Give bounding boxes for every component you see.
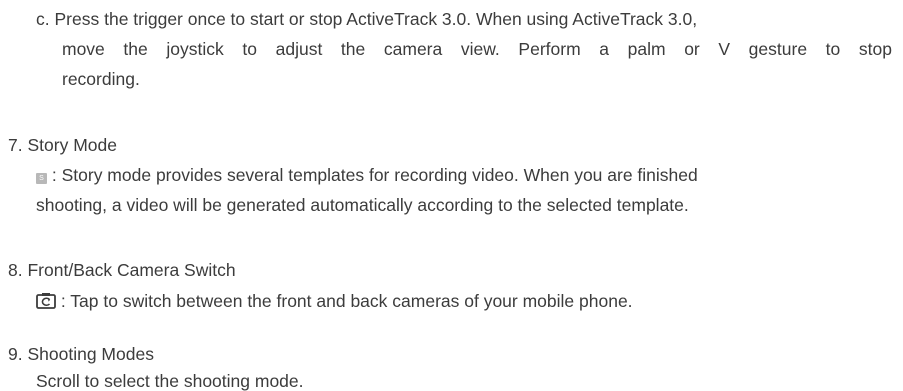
item-7-title: Story Mode [27, 135, 117, 155]
item-8-title: Front/Back Camera Switch [27, 260, 236, 280]
item-9-heading: 9. Shooting Modes [8, 344, 154, 364]
item-9-text-1: Scroll to select the shooting mode. [36, 371, 304, 391]
step-c-text-2: move the joystick to adjust the camera v… [62, 39, 892, 59]
item-9-title: Shooting Modes [27, 344, 154, 364]
step-c-marker: c. [36, 9, 50, 29]
item-8-heading: 8. Front/Back Camera Switch [8, 260, 236, 280]
item-8-line-1: : Tap to switch between the front and ba… [36, 292, 633, 314]
story-mode-icon: S [36, 173, 47, 184]
step-c-line-3: recording. [62, 69, 140, 89]
step-c-text-1: Press the trigger once to start or stop … [54, 9, 698, 29]
step-c-line-2: move the joystick to adjust the camera v… [62, 39, 892, 59]
item-8-number: 8. [8, 260, 23, 280]
item-9-number: 9. [8, 344, 23, 364]
manual-page: c. Press the trigger once to start or st… [0, 0, 903, 391]
camera-switch-icon [36, 292, 56, 314]
item-7-number: 7. [8, 135, 23, 155]
item-8-text-1: : Tap to switch between the front and ba… [60, 291, 633, 311]
item-7-heading: 7. Story Mode [8, 135, 117, 155]
item-7-text-1: : Story mode provides several templates … [51, 165, 698, 185]
item-7-text-2: shooting, a video will be generated auto… [36, 195, 689, 215]
item-7-line-2: shooting, a video will be generated auto… [36, 195, 689, 215]
step-c-line-1: c. Press the trigger once to start or st… [36, 9, 892, 29]
item-7-line-1: S : Story mode provides several template… [36, 165, 892, 185]
item-9-line-1: Scroll to select the shooting mode. [36, 371, 304, 391]
step-c-text-3: recording. [62, 69, 140, 89]
